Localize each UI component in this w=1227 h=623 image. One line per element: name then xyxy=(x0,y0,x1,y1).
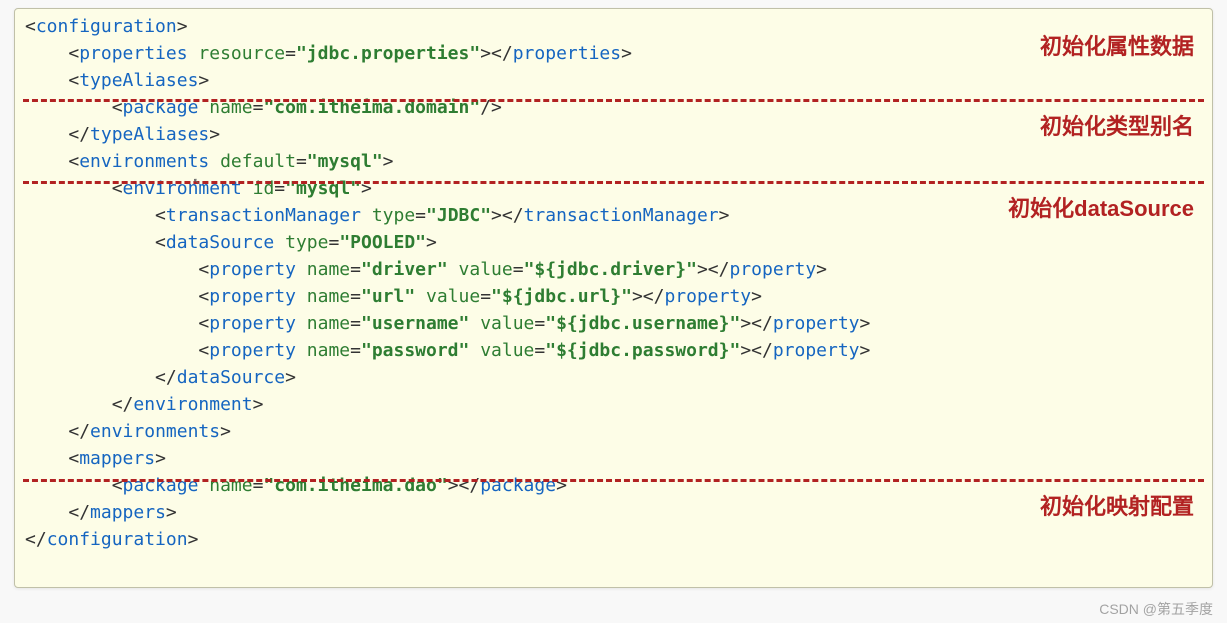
attr-name-u: name xyxy=(307,286,350,307)
attr-id: id xyxy=(253,178,275,199)
val-usernamev: "${jdbc.username}" xyxy=(545,313,740,334)
tag-prop-pass: property xyxy=(209,340,296,361)
val-driver: "driver" xyxy=(361,259,448,280)
cursor-icon: ↖ xyxy=(193,173,200,187)
tag-environment: environment xyxy=(123,178,242,199)
tag-datasource-close: dataSource xyxy=(177,367,285,388)
attr-name-p: name xyxy=(307,340,350,361)
val-dao: "com.itheima.dao" xyxy=(263,475,447,496)
attr-name: name xyxy=(209,97,252,118)
attr-name-d: name xyxy=(307,259,350,280)
tag-typealiases: typeAliases xyxy=(79,70,198,91)
tag-configuration-close: configuration xyxy=(47,529,188,550)
tag-mappers: mappers xyxy=(79,448,155,469)
attr-type-tm: type xyxy=(372,205,415,226)
attr-name-un: name xyxy=(307,313,350,334)
tag-mappers-close: mappers xyxy=(90,502,166,523)
code-content: <configuration> <properties resource="jd… xyxy=(15,9,1212,557)
tag-tm: transactionManager xyxy=(166,205,361,226)
tag-environments-close: environments xyxy=(90,421,220,442)
tag-prop-pass-close: property xyxy=(773,340,860,361)
tag-prop-user: property xyxy=(209,313,296,334)
tag-package-dao-close: package xyxy=(480,475,556,496)
attr-resource: resource xyxy=(198,43,285,64)
tag-package-dao: package xyxy=(123,475,199,496)
attr-value-un: value xyxy=(480,313,534,334)
tag-prop-driver: property xyxy=(209,259,296,280)
tag-environments: environments xyxy=(79,151,209,172)
val-mysql2: "mysql" xyxy=(285,178,361,199)
attr-type-ds: type xyxy=(285,232,328,253)
tag-properties: properties xyxy=(79,43,187,64)
attr-value-u: value xyxy=(426,286,480,307)
tag-prop-url: property xyxy=(209,286,296,307)
val-domain: "com.itheima.domain" xyxy=(263,97,480,118)
attr-default: default xyxy=(220,151,296,172)
tag-properties-close: properties xyxy=(513,43,621,64)
tag-environment-close: environment xyxy=(133,394,252,415)
val-urlv: "${jdbc.url}" xyxy=(491,286,632,307)
tag-prop-driver-close: property xyxy=(729,259,816,280)
val-mysql: "mysql" xyxy=(307,151,383,172)
code-snippet-box: <configuration> <properties resource="jd… xyxy=(14,8,1213,588)
tag-typealiases-close: typeAliases xyxy=(90,124,209,145)
attr-value-d: value xyxy=(459,259,513,280)
attr-name-dao: name xyxy=(209,475,252,496)
tag-package-domain: package xyxy=(123,97,199,118)
val-jdbc2: "JDBC" xyxy=(426,205,491,226)
val-url: "url" xyxy=(361,286,415,307)
tag-prop-url-close: property xyxy=(664,286,751,307)
tag-tm-close: transactionManager xyxy=(524,205,719,226)
val-pooled: "POOLED" xyxy=(339,232,426,253)
watermark-text: CSDN @第五季度 xyxy=(1099,599,1213,619)
val-username: "username" xyxy=(361,313,469,334)
tag-configuration-open: configuration xyxy=(36,16,177,37)
val-password: "password" xyxy=(361,340,469,361)
val-jdbc: "jdbc.properties" xyxy=(296,43,480,64)
val-driverv: "${jdbc.driver}" xyxy=(524,259,697,280)
tag-datasource: dataSource xyxy=(166,232,274,253)
val-passwordv: "${jdbc.password}" xyxy=(545,340,740,361)
tag-prop-user-close: property xyxy=(773,313,860,334)
attr-value-p: value xyxy=(480,340,534,361)
